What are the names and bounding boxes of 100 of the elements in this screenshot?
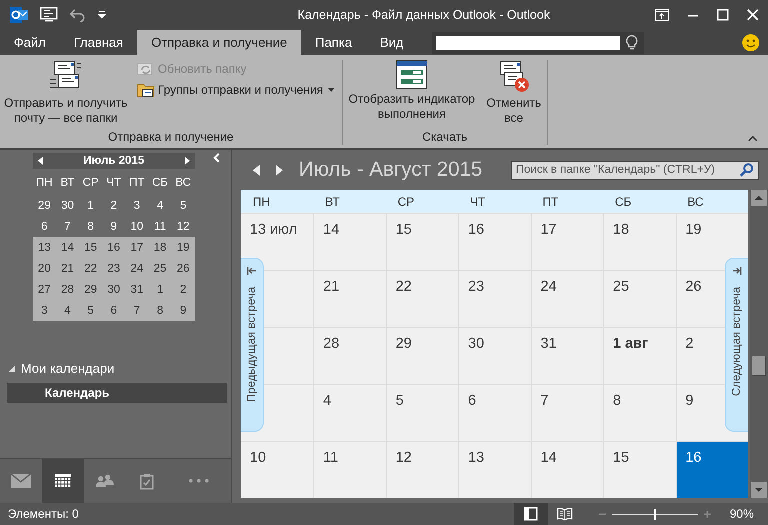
week-row[interactable]: 27 28 29 30 31 1 2 — [33, 279, 195, 300]
calendar-icon[interactable] — [55, 474, 71, 488]
ribbon-tab[interactable]: Файл — [0, 30, 60, 55]
customize-toolbar-icon[interactable] — [98, 11, 106, 19]
day-number[interactable]: 8 — [148, 304, 172, 316]
week-row[interactable]: 3 4 5 6 7 8 9 — [33, 300, 195, 321]
maximize-icon[interactable] — [717, 9, 729, 21]
day-number[interactable]: 30 — [102, 284, 126, 296]
ribbon-button[interactable]: Группы отправки и получения — [135, 81, 338, 99]
scroll-up-button[interactable] — [751, 190, 767, 206]
day-cell[interactable]: 11 — [314, 442, 386, 498]
day-number[interactable]: 9 — [172, 304, 195, 316]
day-number[interactable]: 2 — [102, 200, 126, 212]
day-cell[interactable]: 25 — [604, 271, 676, 327]
ribbon-tab[interactable]: Папка — [301, 30, 366, 55]
day-cell[interactable]: 22 — [386, 271, 458, 327]
ribbon-tab[interactable]: Отправка и получение — [137, 30, 302, 55]
day-number[interactable]: 7 — [56, 220, 80, 232]
day-number[interactable]: 4 — [148, 200, 172, 212]
day-number[interactable]: 27 — [33, 284, 56, 296]
nav-button[interactable] — [42, 459, 84, 503]
day-number[interactable]: 2 — [172, 284, 195, 296]
day-number[interactable]: 29 — [79, 284, 102, 296]
next-appointment-tab[interactable]: Следующая встреча — [725, 258, 748, 432]
ribbon-display-icon[interactable] — [655, 9, 669, 21]
previous-icon[interactable] — [253, 164, 260, 176]
ribbon-button[interactable]: Отобразить индикатор выполнения — [343, 60, 481, 122]
day-number[interactable]: 20 — [33, 262, 56, 274]
day-number[interactable]: 21 — [56, 262, 80, 274]
collapse-pane-icon[interactable] — [213, 153, 220, 163]
expanded-icon[interactable] — [8, 364, 16, 372]
day-cell[interactable]: 28 — [314, 328, 386, 384]
day-number[interactable]: 7 — [126, 304, 149, 316]
search-icon[interactable] — [740, 163, 754, 177]
day-cell[interactable]: 12 — [386, 442, 458, 498]
people-icon[interactable] — [96, 474, 114, 488]
day-number[interactable]: 17 — [126, 242, 149, 254]
search-field[interactable]: Поиск в папке "Календарь" (CTRL+У) — [511, 160, 759, 180]
day-cell[interactable]: 13 — [459, 442, 531, 498]
day-cell[interactable]: 16 — [676, 442, 748, 498]
day-number[interactable]: 18 — [148, 242, 172, 254]
day-cell[interactable]: 5 — [386, 385, 458, 441]
day-number[interactable]: 15 — [79, 242, 102, 254]
day-number[interactable]: 3 — [33, 304, 56, 316]
next-month-icon[interactable] — [185, 157, 190, 165]
day-cell[interactable]: 30 — [459, 328, 531, 384]
ribbon-button[interactable]: Отправить и получить почту — все папки — [0, 60, 132, 126]
ribbon-tab[interactable]: Вид — [366, 30, 418, 55]
day-cell[interactable]: 19 — [676, 214, 748, 270]
day-number[interactable]: 6 — [33, 220, 56, 232]
day-number[interactable]: 28 — [56, 284, 80, 296]
week-row[interactable]: 29 30 1 2 3 4 5 — [33, 195, 195, 216]
day-cell[interactable]: 31 — [532, 328, 604, 384]
ribbon-tab[interactable]: Главная — [60, 30, 138, 55]
mail-icon[interactable] — [11, 474, 31, 488]
day-cell[interactable]: 14 — [532, 442, 604, 498]
close-icon[interactable] — [747, 9, 759, 21]
day-number[interactable]: 24 — [126, 262, 149, 274]
lightbulb-icon[interactable] — [626, 34, 638, 50]
day-number[interactable]: 31 — [126, 284, 149, 296]
day-cell[interactable]: 23 — [459, 271, 531, 327]
day-cell[interactable]: 8 — [604, 385, 676, 441]
day-number[interactable]: 19 — [172, 242, 195, 254]
day-number[interactable]: 5 — [172, 200, 195, 212]
day-cell[interactable]: 21 — [314, 271, 386, 327]
day-number[interactable]: 22 — [79, 262, 102, 274]
day-cell[interactable]: 18 — [604, 214, 676, 270]
week-row[interactable]: 6 7 8 9 10 11 12 — [33, 216, 195, 237]
folder-group[interactable]: Мои календари — [21, 361, 115, 376]
week-row[interactable]: 13 14 15 16 17 18 19 — [33, 237, 195, 258]
day-cell[interactable]: 4 — [314, 385, 386, 441]
day-cell[interactable]: 1 авг — [604, 328, 676, 384]
scroll-down-button[interactable] — [751, 482, 767, 498]
day-number[interactable]: 4 — [56, 304, 80, 316]
ribbon-button[interactable]: Отменить все — [484, 60, 544, 126]
day-number[interactable]: 12 — [172, 220, 195, 232]
day-cell[interactable]: 2 — [676, 328, 725, 384]
slider-thumb[interactable] — [654, 508, 656, 520]
day-number[interactable]: 25 — [148, 262, 172, 274]
day-cell[interactable]: 7 — [532, 385, 604, 441]
day-number[interactable]: 30 — [56, 200, 80, 212]
day-number[interactable]: 10 — [126, 220, 149, 232]
day-number[interactable]: 8 — [79, 220, 102, 232]
day-number[interactable]: 1 — [148, 284, 172, 296]
day-cell[interactable]: 16 — [459, 214, 531, 270]
day-number[interactable]: 26 — [172, 262, 195, 274]
scrollbar-thumb[interactable] — [752, 356, 766, 376]
day-cell[interactable]: 15 — [604, 442, 676, 498]
app-logo-icon[interactable] — [10, 6, 28, 24]
day-cell[interactable]: 24 — [532, 271, 604, 327]
next-icon[interactable] — [276, 164, 283, 176]
day-number[interactable]: 13 — [33, 242, 56, 254]
folder-item[interactable]: Календарь — [7, 383, 227, 403]
day-number[interactable]: 6 — [102, 304, 126, 316]
day-number[interactable]: 3 — [126, 200, 149, 212]
day-cell[interactable]: 15 — [386, 214, 458, 270]
day-cell[interactable]: 14 — [314, 214, 386, 270]
day-cell[interactable]: 26 — [676, 271, 725, 327]
day-cell[interactable]: 29 — [386, 328, 458, 384]
day-number[interactable]: 1 — [79, 200, 102, 212]
